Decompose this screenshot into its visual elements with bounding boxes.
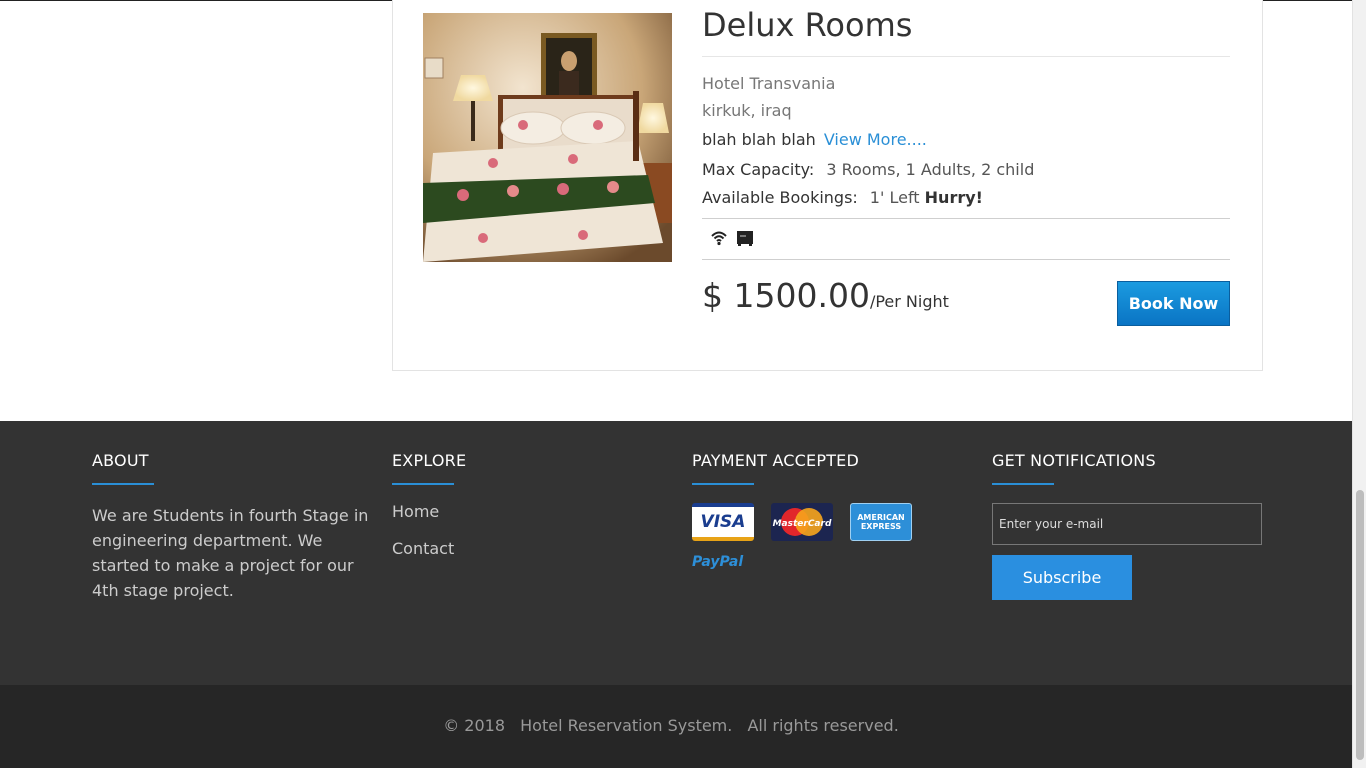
visa-card-icon: VISA xyxy=(692,503,754,541)
notifications-title: GET NOTIFICATIONS xyxy=(992,451,1156,470)
amex-label: AMERICAN EXPRESS xyxy=(857,513,905,531)
mastercard-icon: MasterCard xyxy=(771,503,833,541)
bookings-label: Available Bookings: xyxy=(702,188,858,207)
capacity-label: Max Capacity: xyxy=(702,160,815,179)
explore-title: EXPLORE xyxy=(392,451,467,470)
hotel-name: Hotel Transvania xyxy=(702,74,836,93)
copyright-year: © 2018 xyxy=(443,716,506,735)
footer-link-home[interactable]: Home xyxy=(392,502,439,521)
visa-label: VISA xyxy=(700,512,746,532)
hotel-location: kirkuk, iraq xyxy=(702,101,792,120)
bookings-value: 1' Left xyxy=(869,188,920,207)
copyright-text: © 2018 Hotel Reservation System. All rig… xyxy=(0,716,1352,735)
max-capacity: Max Capacity: 3 Rooms, 1 Adults, 2 child xyxy=(702,160,1034,179)
email-input[interactable] xyxy=(992,503,1262,545)
price-amount: $ 1500.00 xyxy=(702,276,870,315)
tv-icon xyxy=(736,229,754,247)
about-title: ABOUT xyxy=(92,451,149,470)
wifi-icon xyxy=(710,229,728,247)
copyright-name: Hotel Reservation System. xyxy=(520,716,733,735)
scrollbar-thumb[interactable] xyxy=(1356,490,1364,760)
title-divider xyxy=(702,56,1230,57)
copyright-rights: All rights reserved. xyxy=(747,716,899,735)
copyright-bar: © 2018 Hotel Reservation System. All rig… xyxy=(0,685,1352,768)
description-text: blah blah blah xyxy=(702,130,816,149)
paypal-icon: PayPal xyxy=(692,554,743,570)
mastercard-label: MasterCard xyxy=(773,519,832,529)
amenities-bottom-divider xyxy=(702,259,1230,260)
room-photo xyxy=(423,13,672,262)
room-price: $ 1500.00/Per Night xyxy=(702,276,949,315)
book-now-button[interactable]: Book Now xyxy=(1117,281,1230,326)
payment-title: PAYMENT ACCEPTED xyxy=(692,451,860,470)
room-title: Delux Rooms xyxy=(702,6,913,44)
about-underline xyxy=(92,483,154,485)
bookings-urgency: Hurry! xyxy=(924,188,983,207)
notifications-underline xyxy=(992,483,1054,485)
footer-link-contact[interactable]: Contact xyxy=(392,539,454,558)
view-more-link[interactable]: View More.... xyxy=(824,130,927,149)
amenities-top-divider xyxy=(702,218,1230,219)
room-description: blah blah blah View More.... xyxy=(702,130,927,149)
capacity-value: 3 Rooms, 1 Adults, 2 child xyxy=(826,160,1035,179)
explore-underline xyxy=(392,483,454,485)
footer: ABOUT We are Students in fourth Stage in… xyxy=(0,421,1352,685)
price-unit: /Per Night xyxy=(869,292,949,311)
available-bookings: Available Bookings: 1' Left Hurry! xyxy=(702,188,983,207)
paypal-label: PayPal xyxy=(692,554,744,570)
vertical-scrollbar[interactable] xyxy=(1352,0,1366,768)
about-text: We are Students in fourth Stage in engin… xyxy=(92,506,369,600)
payment-underline xyxy=(692,483,754,485)
amex-card-icon: AMERICAN EXPRESS xyxy=(850,503,912,541)
subscribe-button[interactable]: Subscribe xyxy=(992,555,1132,600)
